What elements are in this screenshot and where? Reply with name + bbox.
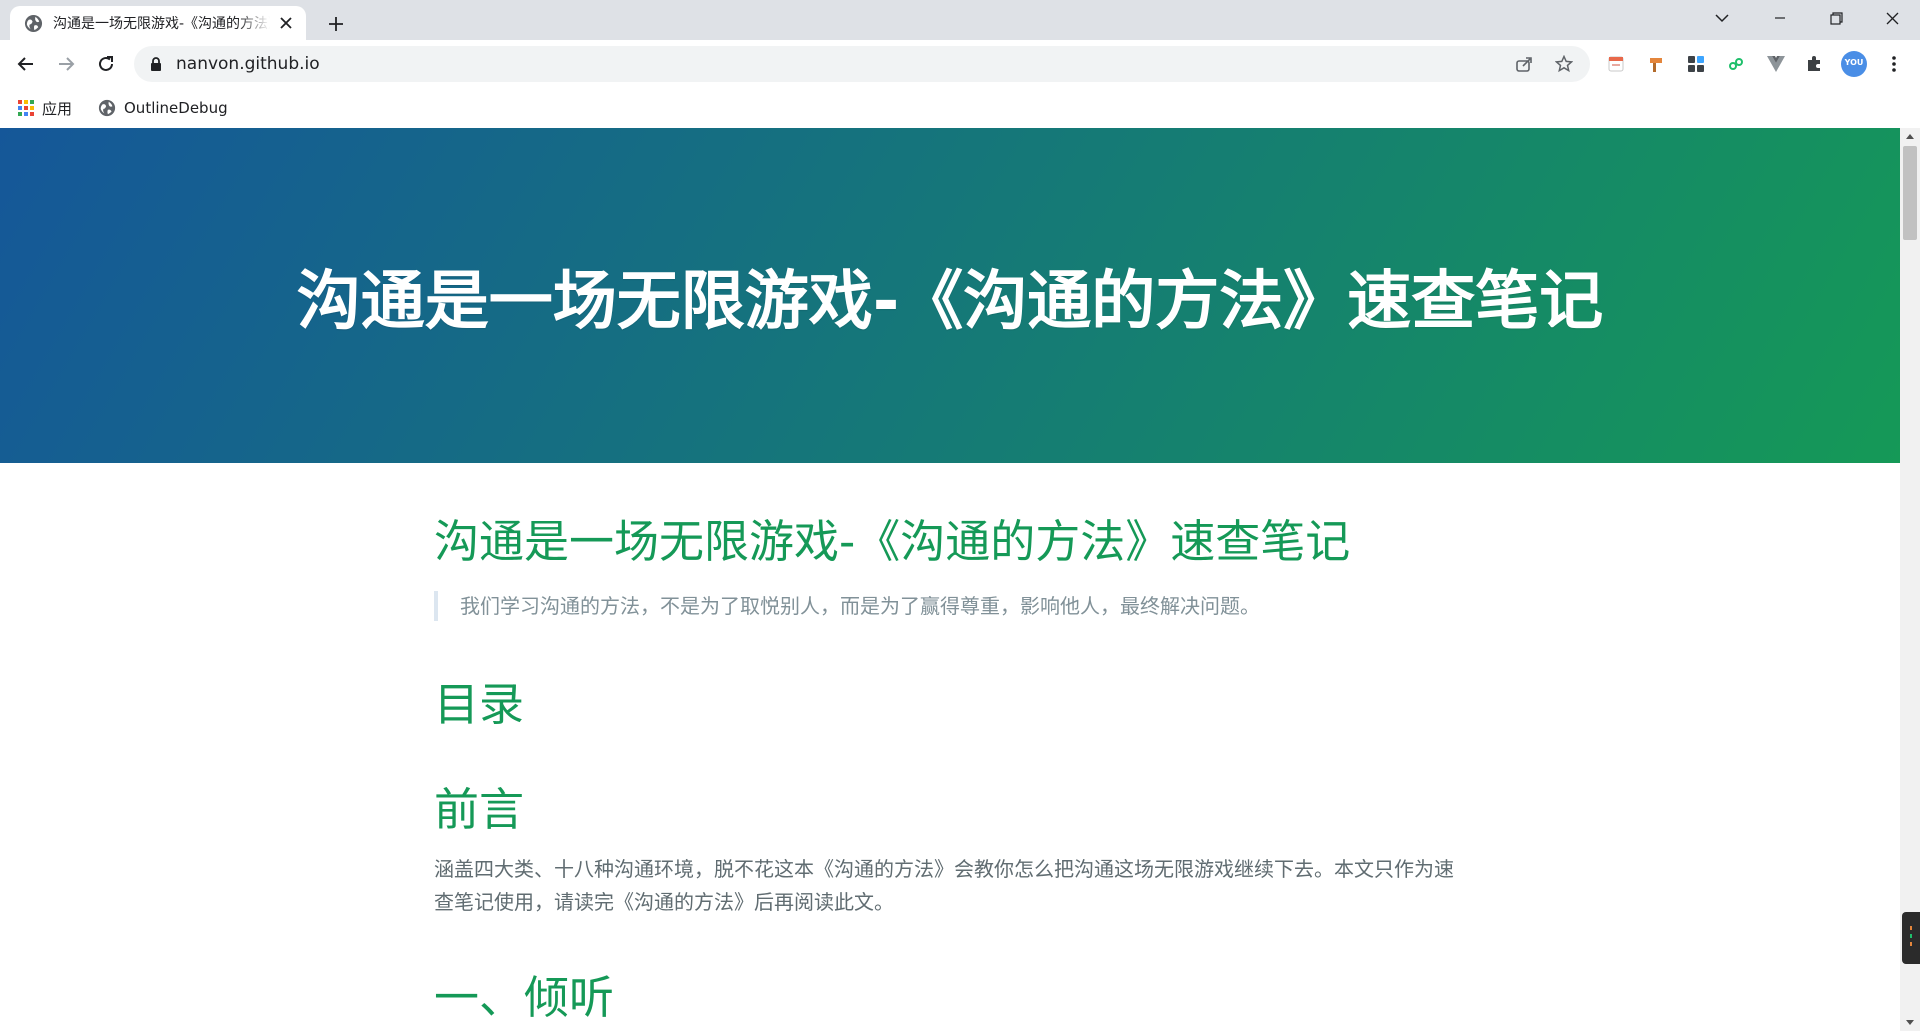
arrow-right-icon <box>59 57 75 71</box>
scroll-up-arrow[interactable] <box>1900 128 1920 144</box>
hammer-extension-icon[interactable] <box>1644 52 1668 76</box>
reload-button[interactable] <box>90 48 122 80</box>
bookmarks-bar: 应用 OutlineDebug <box>0 88 1920 128</box>
arrow-left-icon <box>17 57 33 71</box>
close-window-button[interactable] <box>1864 0 1920 36</box>
chevron-down-icon <box>1715 14 1729 23</box>
section-heading-listening: 一、倾听 <box>434 971 615 1024</box>
vertical-scrollbar[interactable] <box>1900 128 1920 1031</box>
tab-search-button[interactable] <box>1694 0 1750 36</box>
minimize-icon <box>1775 17 1785 19</box>
vue-devtools-icon[interactable] <box>1764 52 1788 76</box>
calendar-extension-icon[interactable] <box>1604 52 1628 76</box>
apps-grid-icon <box>18 100 34 116</box>
restore-button[interactable] <box>1808 0 1864 36</box>
bookmark-label: OutlineDebug <box>124 99 228 117</box>
profile-avatar[interactable]: YOU <box>1840 50 1868 78</box>
side-widget-handle[interactable] <box>1902 912 1920 964</box>
bookmark-label: 应用 <box>42 99 73 118</box>
tab-title: 沟通是一场无限游戏-《沟通的方法》速查笔记 <box>53 16 270 32</box>
back-button[interactable] <box>10 48 42 80</box>
minimize-button[interactable] <box>1752 0 1808 36</box>
bookmark-outlinedebug[interactable]: OutlineDebug <box>98 95 228 121</box>
tab-strip: 沟通是一场无限游戏-《沟通的方法》速查笔记 <box>0 0 1920 40</box>
address-bar[interactable]: nanvon.github.io <box>134 46 1590 82</box>
reload-icon <box>99 56 113 71</box>
forward-button[interactable] <box>50 48 82 80</box>
close-tab-icon[interactable] <box>276 13 296 33</box>
restore-icon <box>1829 11 1843 25</box>
new-tab-button[interactable] <box>322 10 350 38</box>
browser-tab[interactable]: 沟通是一场无限游戏-《沟通的方法》速查笔记 <box>10 6 306 40</box>
hero-title: 沟通是一场无限游戏-《沟通的方法》速查笔记 <box>296 264 1604 339</box>
close-icon <box>1886 12 1898 24</box>
globe-icon <box>24 14 43 32</box>
toc-heading: 目录 <box>434 678 525 731</box>
bookmark-star-icon[interactable] <box>1552 52 1576 76</box>
share-icon[interactable] <box>1512 52 1536 76</box>
page-header: 沟通是一场无限游戏-《沟通的方法》速查笔记 <box>0 128 1900 463</box>
page-title: 沟通是一场无限游戏-《沟通的方法》速查笔记 <box>434 515 1351 568</box>
url-text: nanvon.github.io <box>176 54 320 74</box>
grid-extension-icon[interactable] <box>1684 52 1708 76</box>
profile-badge-text: YOU <box>1844 58 1864 67</box>
browser-toolbar: nanvon.github.io YOU <box>0 40 1920 88</box>
menu-kebab-icon[interactable] <box>1882 52 1906 76</box>
page-viewport: 沟通是一场无限游戏-《沟通的方法》速查笔记 沟通是一场无限游戏-《沟通的方法》速… <box>0 128 1900 1031</box>
lock-icon[interactable] <box>150 57 162 71</box>
scroll-down-arrow[interactable] <box>1900 1015 1920 1031</box>
preface-heading: 前言 <box>434 783 525 836</box>
intro-quote: 我们学习沟通的方法，不是为了取悦别人，而是为了赢得尊重，影响他人，最终解决问题。 <box>434 591 1260 621</box>
plus-icon <box>329 17 343 31</box>
preface-paragraph: 涵盖四大类、十八种沟通环境，脱不花这本《沟通的方法》会教你怎么把沟通这场无限游戏… <box>434 857 1454 914</box>
globe-icon <box>98 99 116 117</box>
link-extension-icon[interactable] <box>1724 52 1748 76</box>
extensions-puzzle-icon[interactable] <box>1802 52 1826 76</box>
scrollbar-thumb[interactable] <box>1903 146 1917 240</box>
bookmark-apps[interactable]: 应用 <box>18 95 72 121</box>
